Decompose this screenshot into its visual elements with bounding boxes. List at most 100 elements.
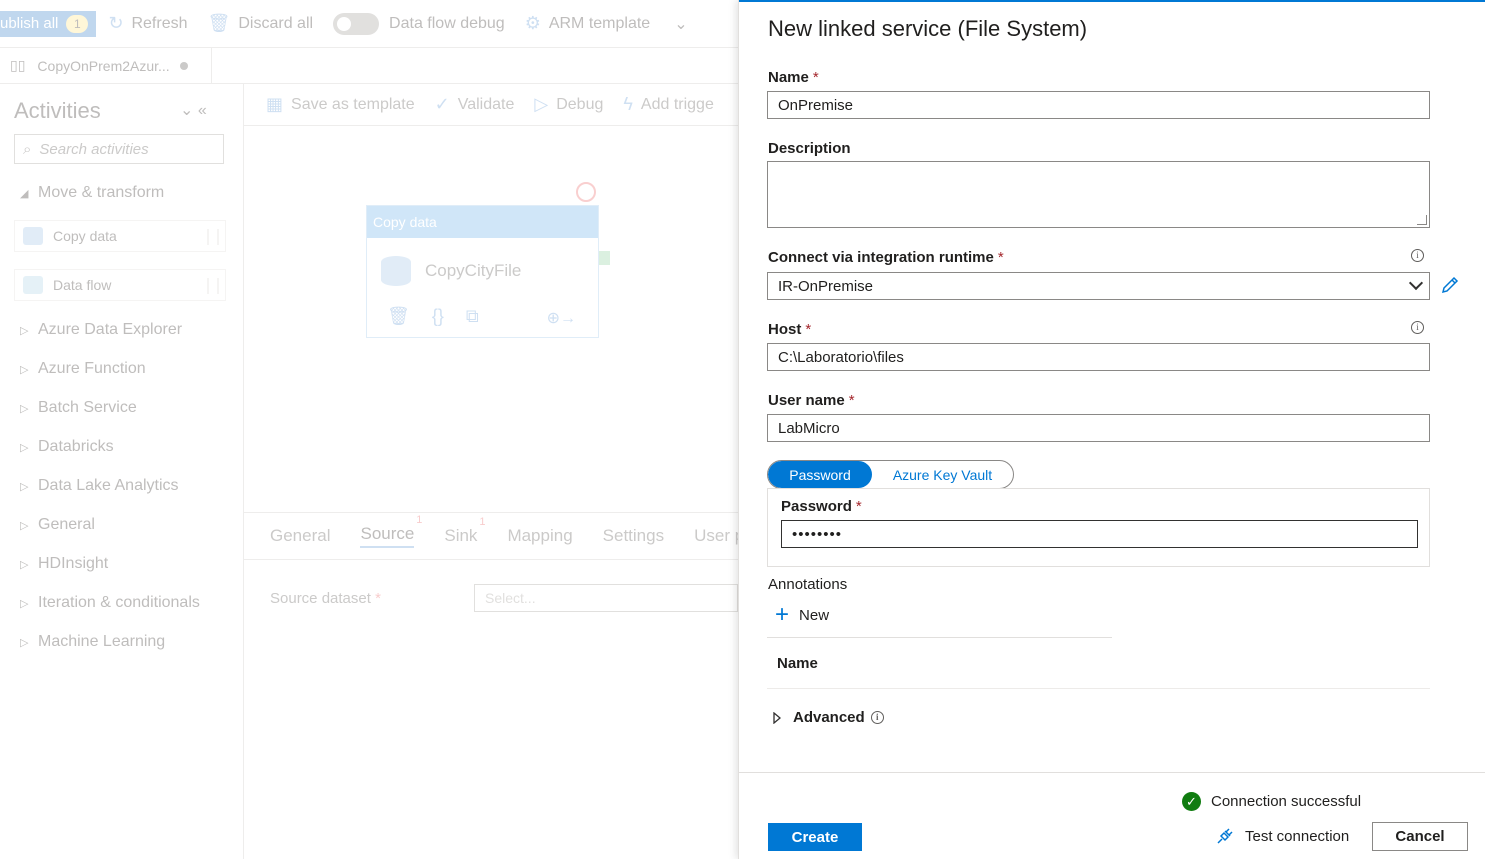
required-mark: * [375, 590, 381, 607]
host-input[interactable]: C:\Laboratorio\files [767, 343, 1430, 371]
connection-status-text: Connection successful [1211, 793, 1362, 810]
auth-key-vault-option[interactable]: Azure Key Vault [872, 461, 1013, 488]
username-label: User name * [768, 392, 855, 409]
collapse-icons[interactable]: ⌄ « [180, 100, 207, 120]
advanced-expander[interactable]: Advanced i [773, 709, 884, 726]
lightning-icon: ϟ [623, 94, 633, 114]
name-input[interactable]: OnPremise [767, 91, 1430, 119]
tab-sink[interactable]: Sink 1 [444, 516, 485, 546]
search-activities-input[interactable]: ⌕ Search activities [14, 134, 224, 164]
data-flow-debug-label: Data flow debug [389, 14, 505, 32]
description-label: Description [768, 140, 851, 157]
search-placeholder: Search activities [39, 140, 149, 158]
group-batch-service[interactable]: ▷ Batch Service [20, 399, 137, 417]
node-body: CopyCityFile [381, 256, 521, 286]
node-tools: 🗑 {} ⧉ [387, 306, 501, 327]
discard-all-label: Discard all [238, 14, 314, 32]
footer-divider [739, 772, 1485, 773]
copy-icon[interactable]: ⧉ [466, 306, 479, 327]
runtime-select[interactable]: IR-OnPremise [767, 272, 1430, 300]
background-workspace: ublish all 1 ↻ Refresh 🗑 Discard all Dat… [0, 0, 738, 859]
delete-icon[interactable]: 🗑 [387, 306, 410, 327]
group-data-lake-analytics[interactable]: ▷ Data Lake Analytics [20, 477, 179, 495]
group-label: Machine Learning [38, 633, 166, 650]
search-icon: ⌕ [23, 140, 32, 158]
username-input[interactable]: LabMicro [767, 414, 1430, 442]
cancel-button[interactable]: Cancel [1372, 822, 1468, 851]
info-icon[interactable]: i [870, 711, 884, 724]
caret-down-icon: ◢ [20, 187, 29, 200]
arm-template-button[interactable]: ⚙ ARM template ⌄ [525, 13, 688, 34]
resize-handle-icon[interactable] [1417, 215, 1427, 225]
info-icon[interactable]: i [1411, 249, 1424, 262]
tab-user-properties[interactable]: User pro [694, 526, 738, 546]
refresh-icon: ↻ [108, 13, 124, 33]
caret-right-icon: ▷ [20, 363, 29, 376]
debug-button[interactable]: ▷ Debug [534, 94, 603, 115]
required-mark: * [855, 498, 862, 515]
data-flow-debug-toggle[interactable]: Data flow debug [333, 12, 505, 35]
group-machine-learning[interactable]: ▷ Machine Learning [20, 633, 165, 651]
tab-general[interactable]: General [270, 526, 330, 546]
pipeline-tabbar: ▯▯ CopyOnPrem2Azur... [0, 47, 738, 84]
password-input[interactable]: •••••••• [781, 520, 1418, 548]
tab-settings[interactable]: Settings [603, 526, 664, 546]
caret-right-icon [773, 711, 781, 724]
caret-right-icon: ▷ [20, 636, 29, 649]
test-connection-label: Test connection [1245, 827, 1350, 845]
activity-data-flow[interactable]: Data flow [14, 269, 226, 301]
tab-mapping[interactable]: Mapping [507, 526, 572, 546]
annotations-name-column: Name [777, 655, 818, 672]
activity-label: Data flow [53, 277, 112, 293]
new-annotation-button[interactable]: + New [775, 601, 829, 628]
refresh-button[interactable]: ↻ Refresh [108, 13, 187, 34]
success-handle[interactable] [599, 251, 610, 265]
group-label: HDInsight [38, 555, 109, 572]
create-button[interactable]: Create [768, 823, 862, 851]
publish-all-label: ublish all [0, 15, 59, 32]
group-move-transform[interactable]: ◢ Move & transform [20, 184, 164, 202]
advanced-label: Advanced [793, 709, 865, 726]
chevron-down-icon [1408, 275, 1424, 291]
code-icon[interactable]: {} [432, 306, 444, 327]
source-dataset-label: Source dataset * [270, 590, 381, 607]
drag-grip-icon[interactable] [207, 229, 219, 245]
group-hdinsight[interactable]: ▷ HDInsight [20, 555, 108, 573]
group-azure-function[interactable]: ▷ Azure Function [20, 360, 146, 378]
test-connection-button[interactable]: Test connection [1215, 826, 1349, 846]
auth-password-option[interactable]: Password [768, 461, 872, 488]
activities-pane: Activities ⌄ « ⌕ Search activities ◢ Mov… [0, 84, 244, 859]
group-label: General [38, 516, 95, 533]
name-label: Name * [768, 69, 819, 86]
pipeline-tab[interactable]: ▯▯ CopyOnPrem2Azur... [0, 47, 212, 84]
error-indicator-icon [576, 182, 596, 202]
tab-source[interactable]: Source 1 [360, 514, 422, 548]
toggle-switch[interactable] [333, 12, 380, 35]
activity-copy-data[interactable]: Copy data [14, 220, 226, 252]
copy-data-activity-node[interactable]: Copy data CopyCityFile 🗑 {} ⧉ ⊕→ [366, 205, 599, 338]
activity-label: Copy data [53, 228, 117, 244]
group-general[interactable]: ▷ General [20, 516, 95, 534]
edit-pencil-icon[interactable] [1439, 274, 1461, 296]
pipeline-icon: ▯▯ [10, 57, 26, 73]
group-iteration-conditionals[interactable]: ▷ Iteration & conditionals [20, 594, 200, 612]
source-dataset-select[interactable]: Select... [474, 584, 738, 612]
info-icon[interactable]: i [1411, 321, 1424, 334]
required-mark: * [805, 321, 812, 338]
activities-title: Activities [14, 98, 101, 123]
pipeline-tab-label: CopyOnPrem2Azur... [37, 57, 170, 74]
group-label: Azure Data Explorer [38, 321, 183, 338]
group-databricks[interactable]: ▷ Databricks [20, 438, 114, 456]
plus-icon: + [775, 601, 790, 628]
drag-grip-icon[interactable] [207, 278, 219, 294]
validate-button[interactable]: ✓ Validate [435, 94, 515, 115]
arm-template-label: ARM template [548, 14, 651, 32]
trash-icon: 🗑 [207, 13, 231, 33]
description-textarea[interactable] [767, 161, 1430, 228]
publish-all-button[interactable]: ublish all 1 [0, 10, 97, 37]
add-trigger-button[interactable]: ϟ Add trigge [623, 94, 713, 115]
discard-all-button[interactable]: 🗑 Discard all [208, 13, 314, 34]
save-as-template-button[interactable]: ▦ Save as template [266, 94, 415, 115]
group-azure-data-explorer[interactable]: ▷ Azure Data Explorer [20, 321, 182, 339]
add-output-icon[interactable]: ⊕→ [547, 308, 576, 328]
